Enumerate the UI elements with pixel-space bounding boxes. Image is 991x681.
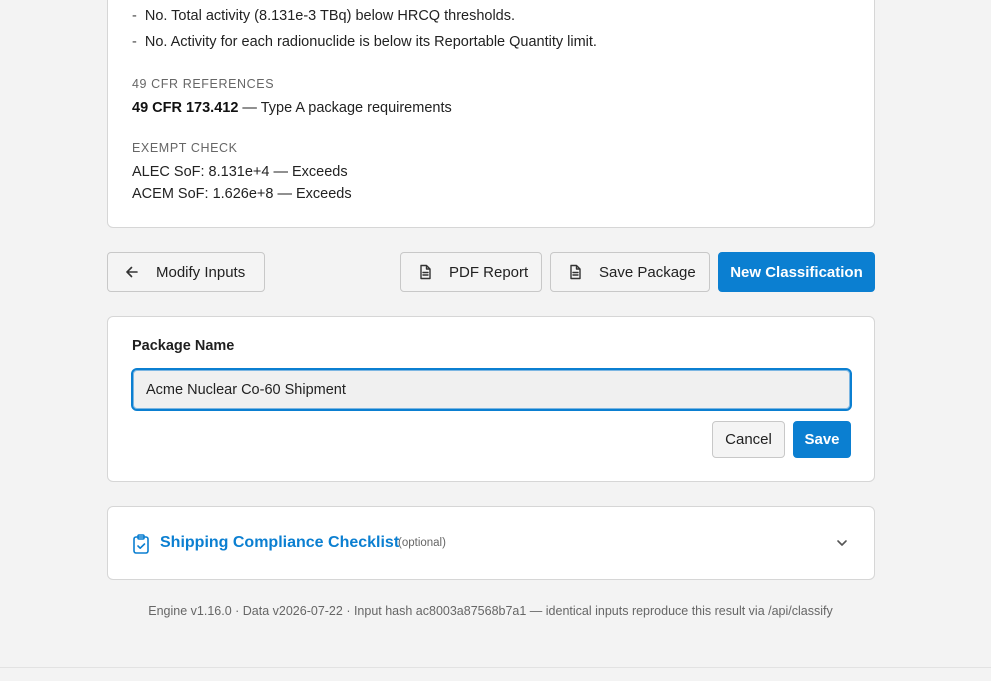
modify-inputs-label: Modify Inputs [156, 263, 246, 281]
cfr-reference: 49 CFR 173.412 — Type A package requirem… [132, 100, 452, 116]
pdf-report-label: PDF Report [449, 263, 529, 281]
document-icon [567, 264, 583, 280]
results-card: - No. Total activity (8.131e-3 TBq) belo… [107, 0, 875, 228]
clipboard-check-icon [132, 534, 150, 554]
save-package-button[interactable]: Save Package [550, 252, 710, 292]
save-package-label: Save Package [599, 263, 696, 281]
exempt-check-heading: EXEMPT CHECK [132, 141, 238, 155]
pdf-report-button[interactable]: PDF Report [400, 252, 542, 292]
document-icon [417, 264, 433, 280]
new-classification-button[interactable]: New Classification [718, 252, 875, 292]
package-name-input[interactable] [131, 368, 852, 411]
chevron-down-icon[interactable] [835, 536, 849, 550]
rq-result-text: No. Activity for each radionuclide is be… [144, 34, 597, 50]
bullet-dash: - [132, 34, 137, 50]
hrcq-result-item: - No. Total activity (8.131e-3 TBq) belo… [132, 8, 515, 24]
cancel-button[interactable]: Cancel [712, 421, 785, 458]
acem-sof-line: ACEM SoF: 1.626e+8 — Exceeds [132, 186, 352, 202]
modify-inputs-button[interactable]: Modify Inputs [107, 252, 265, 292]
hrcq-result-text: No. Total activity (8.131e-3 TBq) below … [144, 8, 516, 24]
rq-result-item: - No. Activity for each radionuclide is … [132, 34, 597, 50]
package-name-card: Package Name Cancel Save [107, 316, 875, 482]
shipping-checklist-toggle[interactable]: Shipping Compliance Checklist (optional) [107, 506, 875, 580]
bottom-divider [0, 667, 991, 668]
bullet-dash: - [132, 8, 137, 24]
cfr-reference-desc: — Type A package requirements [238, 100, 452, 116]
engine-version-footer: Engine v1.16.0 · Data v2026-07-22 · Inpu… [148, 604, 833, 618]
package-name-label: Package Name [132, 338, 235, 354]
cfr-reference-code: 49 CFR 173.412 [132, 100, 239, 116]
alec-sof-line: ALEC SoF: 8.131e+4 — Exceeds [132, 164, 348, 180]
checklist-title: Shipping Compliance Checklist [160, 534, 400, 551]
checklist-optional-tag: (optional) [398, 537, 446, 549]
cfr-references-heading: 49 CFR REFERENCES [132, 77, 275, 91]
save-button[interactable]: Save [793, 421, 851, 458]
arrow-left-icon [124, 264, 140, 280]
